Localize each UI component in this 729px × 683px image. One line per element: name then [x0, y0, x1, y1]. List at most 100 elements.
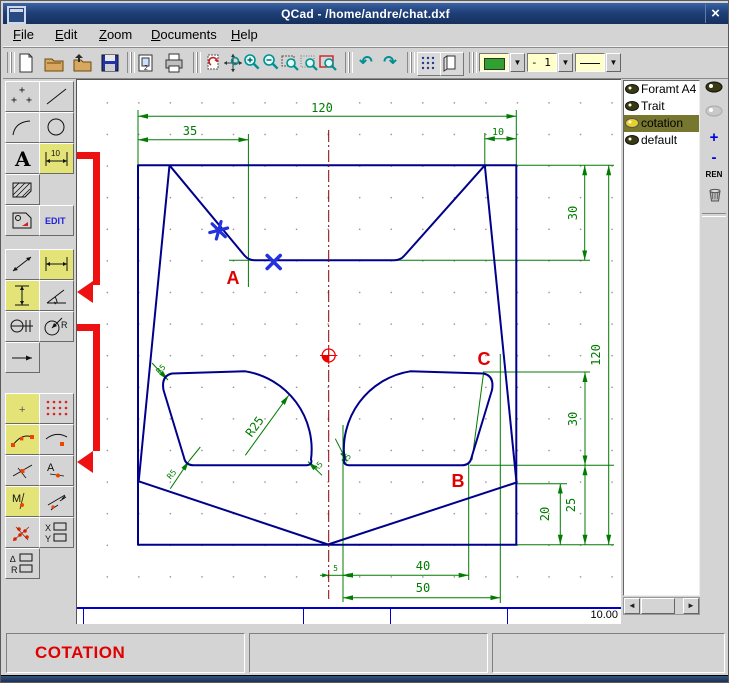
tool-dimension[interactable]: 10 — [39, 143, 74, 174]
redo-button[interactable]: ↷ — [379, 52, 401, 74]
eye-icon[interactable] — [625, 117, 640, 129]
chevron-down-icon[interactable]: ▼ — [606, 53, 621, 72]
open-file-button[interactable] — [43, 52, 65, 74]
snap-endpoint[interactable] — [5, 424, 40, 455]
toolbar-separator — [345, 52, 349, 73]
dim-label: 25 — [564, 498, 578, 512]
linestyle-select[interactable]: ▼ — [575, 53, 621, 72]
rename-layer-button[interactable]: REN — [703, 165, 725, 185]
eye-icon[interactable] — [625, 134, 640, 146]
main-toolbar: 2 ↶ ↷ ▼ - 1 ▼ — [3, 47, 728, 79]
snap-grid[interactable] — [39, 393, 74, 424]
tool-dim-diametric[interactable] — [5, 311, 40, 342]
title-bar[interactable]: QCad - /home/andre/chat.dxf × — [3, 3, 728, 24]
tool-line[interactable] — [39, 81, 74, 112]
save-button[interactable] — [99, 52, 121, 74]
label-c: C — [478, 349, 491, 369]
linestyle-field[interactable] — [575, 53, 605, 72]
tool-arc[interactable] — [5, 112, 40, 143]
tool-dim-vertical[interactable] — [5, 280, 40, 311]
edit-mode-button[interactable]: EDIT — [39, 205, 74, 236]
dim-label: 20 — [538, 507, 552, 521]
tool-points[interactable]: +++ — [5, 81, 40, 112]
delete-layer-button[interactable] — [703, 185, 725, 205]
snap-manual[interactable]: M — [5, 486, 40, 517]
tool-circle[interactable] — [39, 112, 74, 143]
tool-hatch[interactable] — [5, 174, 40, 205]
scroll-right-icon[interactable]: ► — [683, 598, 699, 614]
eye-icon[interactable] — [625, 83, 640, 95]
layer-row[interactable]: Trait — [624, 98, 699, 115]
window-title: QCad - /home/andre/chat.dxf — [3, 7, 728, 21]
snap-free[interactable]: + — [5, 393, 40, 424]
coords-cartesian[interactable]: XY — [39, 517, 74, 548]
print-preview-button[interactable]: 2 — [135, 52, 157, 74]
menu-edit[interactable]: Edit — [55, 27, 77, 42]
snap-distance[interactable] — [39, 486, 74, 517]
app-window: QCad - /home/andre/chat.dxf × File Edit … — [0, 0, 729, 683]
color-field[interactable] — [479, 53, 509, 72]
scrollbar-thumb[interactable] — [641, 598, 675, 614]
width-select[interactable]: - 1 ▼ — [527, 53, 573, 72]
dim-label: 30 — [566, 206, 580, 220]
layer-list-scrollbar[interactable]: ◄ ► — [623, 597, 700, 615]
menu-bar: File Edit Zoom Documents Help — [3, 25, 728, 47]
eye-icon[interactable] — [625, 100, 640, 112]
status-panel-mode: COTATION — [6, 633, 245, 673]
menu-zoom[interactable]: Zoom — [99, 27, 132, 42]
color-select[interactable]: ▼ — [479, 53, 525, 72]
show-all-layers-button[interactable] — [703, 81, 725, 101]
print-button[interactable] — [163, 52, 185, 74]
tool-text[interactable]: A — [5, 143, 40, 174]
layer-name: cotation — [641, 116, 683, 130]
undo-button[interactable]: ↶ — [355, 52, 377, 74]
svg-text:+: + — [26, 95, 32, 106]
snap-middle[interactable] — [5, 455, 40, 486]
layer-row-selected[interactable]: cotation — [624, 115, 699, 132]
ruler-tick — [83, 609, 84, 624]
svg-text:+: + — [11, 95, 17, 106]
close-icon[interactable]: × — [705, 4, 725, 23]
toolbar-separator — [7, 52, 11, 73]
import-button[interactable] — [71, 52, 93, 74]
menu-help[interactable]: Help — [231, 27, 258, 42]
snap-on-entity[interactable] — [39, 424, 74, 455]
layer-list: Foramt A4 Trait cotation default — [623, 80, 700, 596]
svg-text:X: X — [45, 523, 51, 533]
zoom-previous-button[interactable] — [317, 52, 339, 74]
toolbar-separator — [127, 52, 131, 73]
tool-dim-angular[interactable] — [39, 280, 74, 311]
hide-all-layers-button[interactable] — [703, 105, 725, 125]
scroll-left-icon[interactable]: ◄ — [624, 598, 640, 614]
chevron-down-icon[interactable]: ▼ — [558, 53, 573, 72]
snap-auto[interactable]: A — [39, 455, 74, 486]
window-bottom-border — [1, 675, 729, 683]
menu-file[interactable]: File — [13, 27, 34, 42]
eye-icon — [705, 81, 723, 94]
snap-intersection[interactable] — [5, 517, 40, 548]
layer-browser-button[interactable] — [440, 52, 464, 76]
new-file-button[interactable] — [15, 52, 37, 74]
tool-dim-horizontal[interactable] — [39, 249, 74, 280]
layer-row[interactable]: Foramt A4 — [624, 81, 699, 98]
tool-polyline-edit[interactable] — [5, 205, 40, 236]
svg-text:2: 2 — [144, 65, 148, 72]
panel-separator — [702, 213, 726, 217]
width-field[interactable]: - 1 — [527, 53, 557, 72]
menu-documents[interactable]: Documents — [151, 27, 217, 42]
tool-dim-leader[interactable] — [5, 342, 40, 373]
dim-label: 50 — [416, 581, 430, 595]
grid-toggle-button[interactable] — [417, 52, 441, 76]
layer-row[interactable]: default — [624, 132, 699, 149]
toolbar-separator — [407, 52, 411, 73]
dim-label: 40 — [416, 559, 430, 573]
line-style-icon — [580, 63, 600, 64]
tool-dim-radial[interactable]: R — [39, 311, 74, 342]
dim-label: 120 — [311, 101, 333, 115]
tool-dim-aligned[interactable] — [5, 249, 40, 280]
add-layer-button[interactable]: + — [703, 129, 725, 149]
dim-label: 10 — [492, 127, 504, 138]
chevron-down-icon[interactable]: ▼ — [510, 53, 525, 72]
coords-polar[interactable]: ∆R — [5, 548, 40, 579]
drawing-canvas[interactable]: 120 35 10 30 120 30 25 20 40 50 5 R25 R5… — [76, 79, 621, 624]
